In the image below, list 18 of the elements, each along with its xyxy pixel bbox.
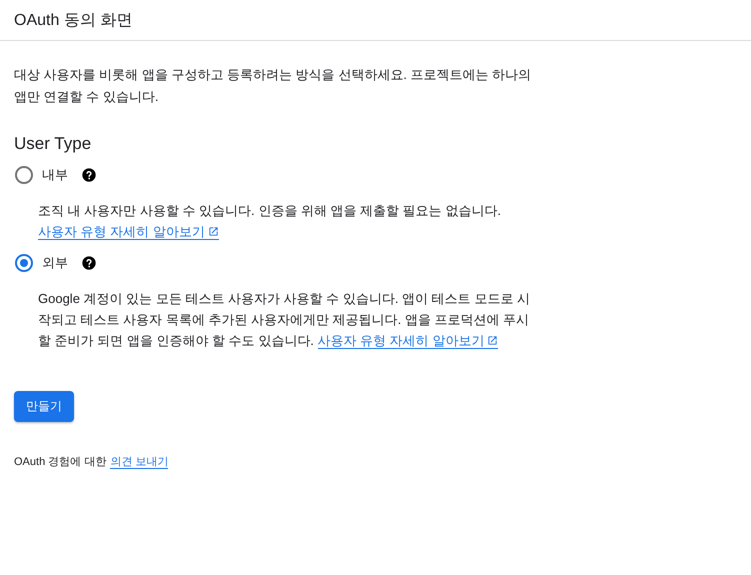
external-link-icon [208,226,219,237]
option-label: 내부 [42,166,68,184]
create-button[interactable]: 만들기 [14,391,74,422]
intro-text: 대상 사용자를 비롯해 앱을 구성하고 등록하려는 방식을 선택하세요. 프로젝트에는 하나의 앱만 연결할 수 있습니다. [14,66,532,106]
option-label: 외부 [42,254,68,272]
page-title: OAuth 동의 화면 [14,10,132,30]
help-icon[interactable] [81,167,97,183]
feedback-link[interactable]: 의견 보내기 [110,456,168,469]
learn-more-link[interactable]: 사용자 유형 자세히 알아보기 [318,333,498,349]
radio-button[interactable] [15,254,33,272]
learn-more-link[interactable]: 사용자 유형 자세히 알아보기 [38,224,219,240]
section-title: User Type [14,134,92,154]
option-description: 조직 내 사용자만 사용할 수 있습니다. 인증을 위해 앱을 제출할 필요는 없습니다. 사용자 유형 자세히 알아보기 [38,202,502,242]
external-link-icon [487,335,498,346]
help-icon[interactable] [81,255,97,271]
footer-text: OAuth 경험에 대한 [14,456,106,468]
radio-button[interactable] [15,166,33,184]
option-description: Google 계정이 있는 모든 테스트 사용자가 사용할 수 있습니다. 앱이 테스트 모드로 시작되고 테스트 사용자 목록에 추가된 사용자에게만 제공됩니다. 앱을 프로덕션에 푸시할 준비가 되면 앱을 인증해야 할 수도 있습니다. 사용자 유형 자세히 알아보기 [38,290,531,351]
